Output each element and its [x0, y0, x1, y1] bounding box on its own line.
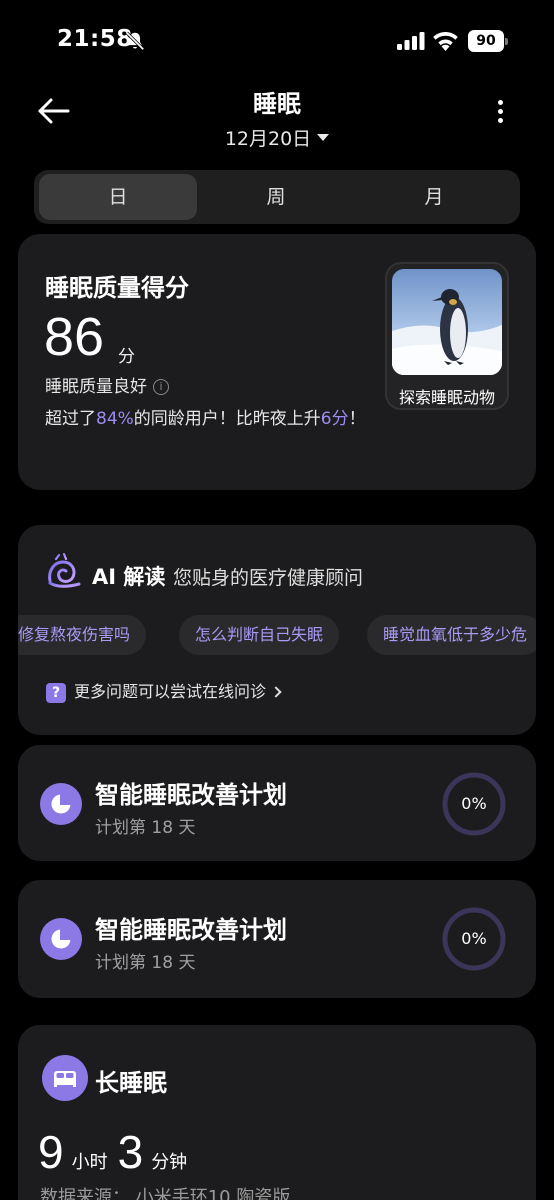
quality-text: 睡眠质量良好	[45, 377, 147, 397]
duration-hours: 9	[38, 1126, 64, 1178]
battery-level: 90	[468, 30, 504, 52]
period-tabs: 日 周 月	[34, 170, 520, 224]
question-icon: ?	[46, 682, 66, 703]
date-selector[interactable]: 12月20日	[0, 124, 554, 151]
plan-day: 计划第 18 天	[95, 818, 196, 838]
info-icon[interactable]: i	[153, 379, 169, 395]
question-chips: 能修复熬夜伤害吗 怎么判断自己失眠 睡觉血氧低于多少危	[18, 615, 536, 655]
tab-month[interactable]: 月	[355, 174, 513, 220]
penguin-image	[392, 269, 502, 375]
plan-progress-ring: 0%	[441, 771, 507, 837]
bed-icon	[42, 1055, 88, 1101]
desc-delta: 6分	[320, 409, 349, 429]
plan-progress-label: 0%	[461, 929, 487, 948]
ask-more-text: 更多问题可以尝试在线问诊	[74, 682, 267, 701]
score-title: 睡眠质量得分	[45, 274, 189, 302]
online-consult-link[interactable]: ? 更多问题可以尝试在线问诊	[46, 678, 282, 703]
plan-title: 智能睡眠改善计划	[95, 916, 287, 944]
score-unit: 分	[118, 347, 135, 367]
caret-down-icon	[317, 134, 330, 141]
plan-pie-icon	[40, 783, 82, 825]
tab-week[interactable]: 周	[197, 174, 355, 220]
question-chip[interactable]: 怎么判断自己失眠	[179, 615, 340, 655]
sleep-animal-tile[interactable]: 探索睡眠动物	[385, 262, 509, 410]
page-title: 睡眠	[253, 90, 301, 118]
wifi-icon	[433, 32, 458, 51]
plan-progress-label: 0%	[461, 794, 487, 813]
long-sleep-title: 长睡眠	[95, 1069, 167, 1097]
hours-unit: 小时	[71, 1152, 108, 1173]
ai-interpret-card: AI 解读 您贴身的医疗健康顾问 能修复熬夜伤害吗 怎么判断自己失眠 睡觉血氧低…	[18, 525, 536, 735]
score-description: 超过了84%的同龄用户！比昨夜上升6分！	[45, 406, 375, 433]
desc-percent: 84%	[96, 409, 134, 429]
tab-day[interactable]: 日	[39, 174, 197, 220]
ai-title: AI 解读	[92, 565, 166, 589]
plan-day: 计划第 18 天	[95, 953, 196, 973]
ai-subtitle: 您贴身的医疗健康顾问	[173, 567, 364, 589]
chevron-right-icon	[270, 686, 282, 698]
duration-minutes: 3	[117, 1126, 144, 1178]
battery-icon: 90	[468, 30, 508, 52]
status-time: 21:58	[57, 26, 133, 52]
more-icon[interactable]	[494, 100, 506, 128]
desc-pre: 超过了	[45, 409, 96, 429]
ai-snail-icon	[48, 553, 81, 588]
sleep-plan-card[interactable]: 智能睡眠改善计划 计划第 18 天 0%	[18, 880, 536, 998]
date-label: 12月20日	[224, 128, 312, 150]
question-chip[interactable]: 能修复熬夜伤害吗	[18, 615, 147, 655]
plan-pie-icon	[40, 918, 82, 960]
bell-muted-icon	[125, 31, 145, 51]
desc-post: ！	[348, 409, 366, 429]
sleep-score-card[interactable]: 睡眠质量得分 86 分 睡眠质量良好 i 超过了84%的同龄用户！比昨夜上升6分！	[18, 234, 536, 490]
score-value: 86	[44, 307, 105, 367]
status-bar: 21:58 90	[0, 0, 554, 80]
signal-icon	[397, 32, 425, 50]
plan-progress-ring: 0%	[441, 906, 507, 972]
quality-label: 睡眠质量良好 i	[45, 372, 169, 397]
desc-mid: 的同龄用户！比昨夜上升	[133, 409, 321, 429]
minutes-unit: 分钟	[151, 1152, 188, 1173]
question-chip[interactable]: 睡觉血氧低于多少危	[367, 615, 536, 655]
long-sleep-card[interactable]: 长睡眠 9 小时 3 分钟 数据来源： 小米手环10 陶瓷版	[18, 1025, 536, 1200]
data-source: 数据来源： 小米手环10 陶瓷版	[40, 1187, 291, 1200]
explore-animal-label: 探索睡眠动物	[398, 388, 495, 407]
sleep-duration: 9 小时 3 分钟	[38, 1125, 197, 1179]
sleep-plan-card[interactable]: 智能睡眠改善计划 计划第 18 天 0%	[18, 745, 536, 861]
plan-title: 智能睡眠改善计划	[95, 781, 287, 809]
